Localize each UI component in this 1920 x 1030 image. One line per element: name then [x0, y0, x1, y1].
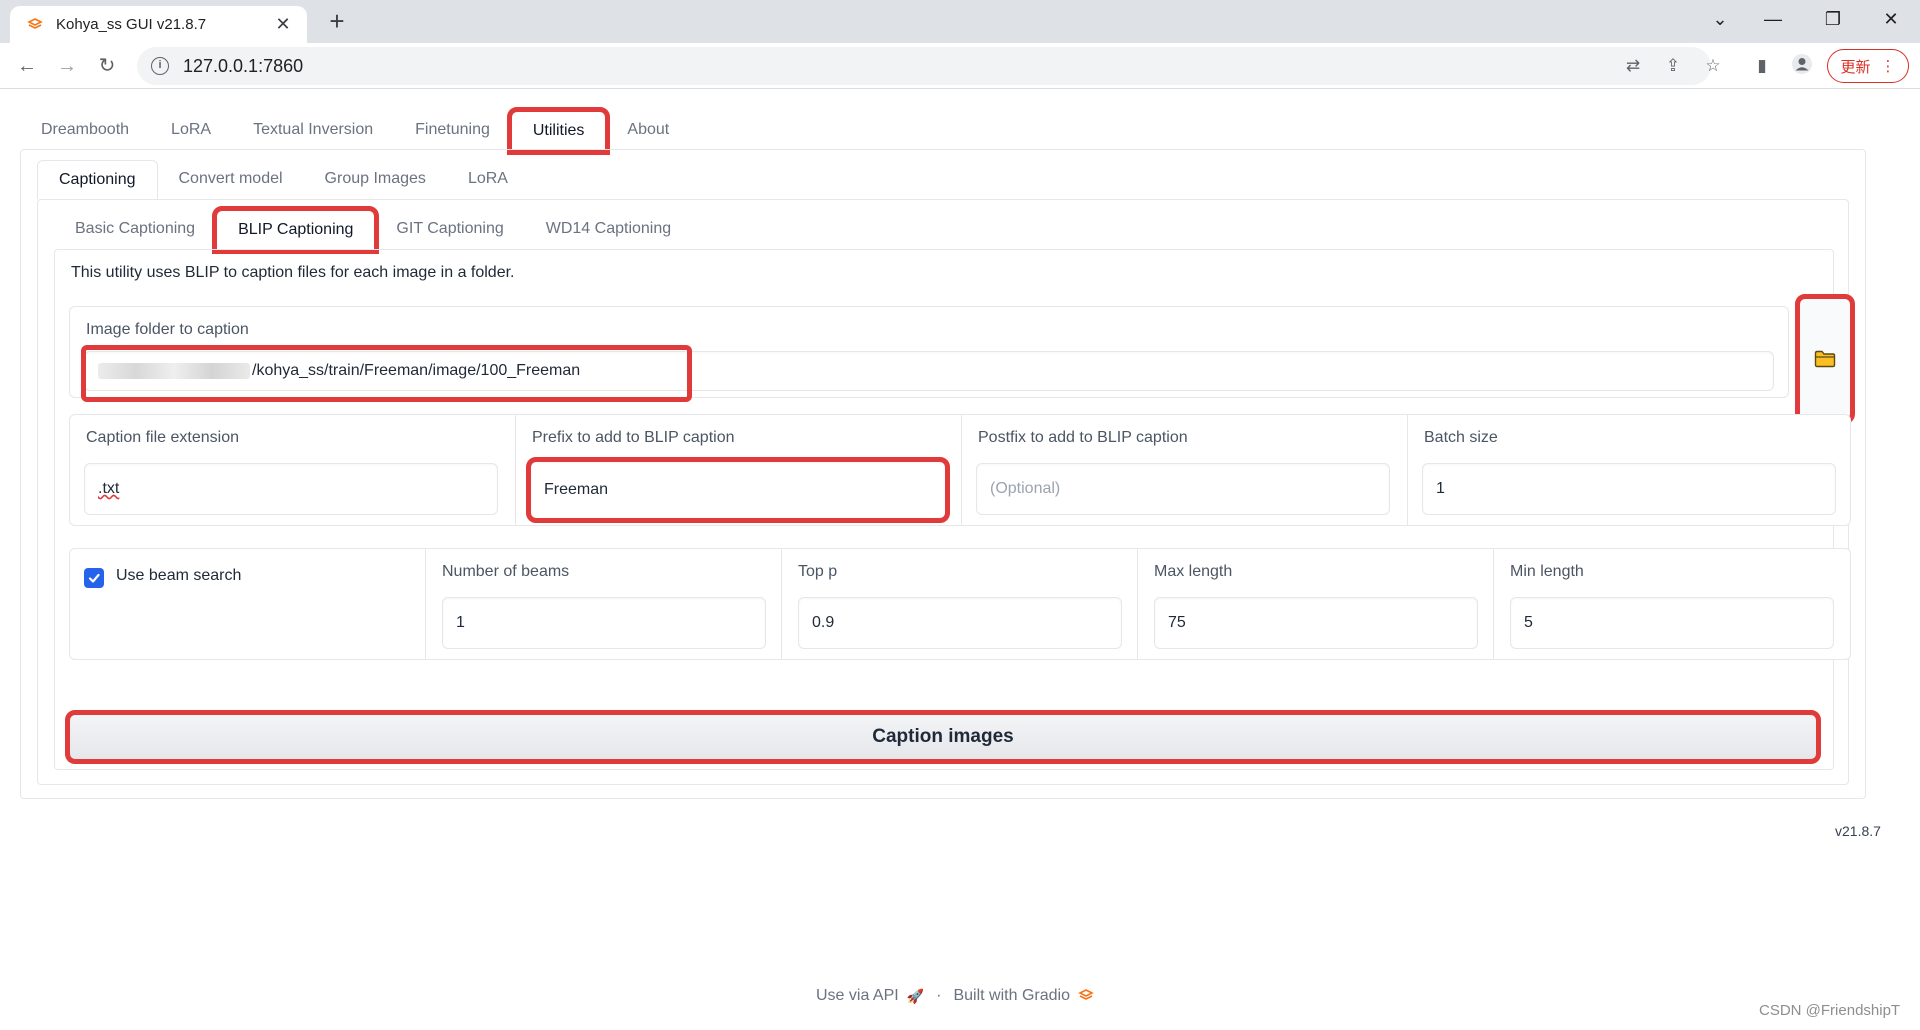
topp-value: 0.9	[812, 614, 835, 631]
tab-dreambooth[interactable]: Dreambooth	[20, 111, 150, 151]
tab-about[interactable]: About	[606, 111, 690, 151]
folder-block: Image folder to caption /kohya_ss/train/…	[69, 306, 1789, 402]
folder-icon	[1814, 350, 1836, 368]
blip-panel: This utility uses BLIP to caption files …	[54, 249, 1855, 770]
use-api-link[interactable]: Use via API	[816, 987, 899, 1005]
beam-search-checkbox[interactable]	[84, 568, 104, 588]
tab-finetuning[interactable]: Finetuning	[394, 111, 511, 151]
topp-label: Top p	[798, 563, 838, 580]
minimize-icon[interactable]: —	[1753, 4, 1793, 34]
forward-icon[interactable]: →	[52, 51, 82, 81]
menu-dots-icon: ⋮	[1880, 58, 1896, 75]
minlen-label: Min length	[1510, 563, 1584, 580]
browser-toolbar: ← → ↻ i 127.0.0.1:7860 ⇄ ⇪ ☆ ▮ 更新 ⋮	[0, 43, 1920, 89]
blip-description: This utility uses BLIP to caption files …	[71, 264, 515, 281]
tab-lora[interactable]: LoRA	[150, 111, 232, 151]
postfix-label: Postfix to add to BLIP caption	[978, 429, 1188, 446]
browser-tab[interactable]: Kohya_ss GUI v21.8.7 ✕	[10, 6, 307, 43]
ext-label: Caption file extension	[86, 429, 239, 446]
browser-tab-title: Kohya_ss GUI v21.8.7	[56, 16, 207, 33]
back-icon[interactable]: ←	[12, 51, 42, 81]
browser-tab-strip: Kohya_ss GUI v21.8.7 ✕ + ⌄ — ❐ ✕	[0, 0, 1920, 43]
folder-picker-button[interactable]	[1795, 294, 1855, 424]
share-icon[interactable]: ⇪	[1660, 53, 1686, 79]
beams-value: 1	[456, 614, 465, 631]
folder-label: Image folder to caption	[86, 321, 249, 338]
captioning-panel: Basic Captioning BLIP Captioning GIT Cap…	[37, 199, 1855, 785]
beams-block: Number of beams 1	[426, 549, 782, 659]
gradio-logo-icon	[1078, 989, 1094, 1000]
maxlen-value: 75	[1168, 614, 1186, 631]
reload-icon[interactable]: ↻	[92, 51, 122, 81]
topp-block: Top p 0.9	[782, 549, 1138, 659]
utility-tab-bar: Captioning Convert model Group Images Lo…	[37, 160, 529, 200]
gradio-page: Dreambooth LoRA Textual Inversion Finetu…	[0, 89, 1920, 1030]
gradio-footer: Use via API 🚀 · Built with Gradio	[816, 987, 1094, 1005]
beams-input[interactable]: 1	[442, 597, 766, 649]
tab-utilities[interactable]: Utilities	[506, 107, 611, 155]
batch-label: Batch size	[1424, 429, 1498, 446]
beam-search-label: Use beam search	[116, 567, 242, 584]
address-bar[interactable]: i 127.0.0.1:7860	[137, 47, 1711, 85]
postfix-block: Postfix to add to BLIP caption (Optional…	[962, 415, 1408, 525]
version-label: v21.8.7	[1835, 823, 1881, 839]
csdn-watermark: CSDN @FriendshipT	[1759, 1002, 1901, 1019]
maxlen-block: Max length 75	[1138, 549, 1494, 659]
postfix-placeholder: (Optional)	[990, 480, 1061, 497]
tab-basic-captioning[interactable]: Basic Captioning	[54, 210, 216, 250]
url-text: 127.0.0.1:7860	[183, 55, 304, 76]
tab-textual-inversion[interactable]: Textual Inversion	[232, 111, 394, 151]
batch-block: Batch size 1	[1408, 415, 1850, 525]
batch-input[interactable]: 1	[1422, 463, 1836, 515]
footer-separator: ·	[936, 987, 942, 1004]
prefix-label: Prefix to add to BLIP caption	[532, 429, 735, 446]
minlen-block: Min length 5	[1494, 549, 1850, 659]
window-close-icon[interactable]: ✕	[1871, 4, 1911, 34]
prefix-value: Freeman	[544, 481, 609, 498]
caption-images-button[interactable]: Caption images	[65, 710, 1821, 764]
translate-icon[interactable]: ⇄	[1620, 53, 1646, 79]
tab-wd14-captioning[interactable]: WD14 Captioning	[525, 210, 692, 250]
tab-utility-lora[interactable]: LoRA	[447, 160, 529, 200]
ext-input[interactable]: .txt	[84, 463, 498, 515]
postfix-input[interactable]: (Optional)	[976, 463, 1390, 515]
tab-group-images[interactable]: Group Images	[304, 160, 447, 200]
tab-captioning[interactable]: Captioning	[37, 160, 158, 200]
minlen-value: 5	[1524, 614, 1533, 631]
side-panel-icon[interactable]: ▮	[1749, 53, 1775, 79]
utilities-panel: Captioning Convert model Group Images Lo…	[20, 149, 1866, 799]
profile-avatar-icon[interactable]	[1789, 53, 1815, 79]
restore-icon[interactable]: ❐	[1813, 4, 1853, 34]
main-tab-bar: Dreambooth LoRA Textual Inversion Finetu…	[20, 107, 690, 155]
maxlen-label: Max length	[1154, 563, 1233, 580]
beam-search-block: Use beam search	[70, 549, 426, 659]
prefix-input[interactable]: Freeman	[526, 457, 950, 523]
site-info-icon[interactable]: i	[151, 57, 169, 75]
close-tab-icon[interactable]: ✕	[273, 14, 293, 35]
beams-label: Number of beams	[442, 563, 570, 580]
caption-options-row: Caption file extension .txt Prefix to ad…	[69, 414, 1851, 526]
tab-search-icon[interactable]: ⌄	[1700, 4, 1740, 34]
tab-convert-model[interactable]: Convert model	[158, 160, 304, 200]
rocket-icon: 🚀	[906, 987, 925, 1004]
new-tab-icon[interactable]: +	[322, 7, 352, 37]
tab-blip-captioning[interactable]: BLIP Captioning	[212, 206, 380, 254]
update-button[interactable]: 更新 ⋮	[1827, 49, 1909, 83]
ext-value: .txt	[98, 480, 120, 497]
prefix-block: Prefix to add to BLIP caption Freeman	[516, 415, 962, 525]
caption-tab-bar: Basic Captioning BLIP Captioning GIT Cap…	[54, 206, 692, 254]
check-icon	[88, 573, 100, 583]
update-label: 更新	[1840, 58, 1871, 76]
ext-block: Caption file extension .txt	[70, 415, 516, 525]
minlen-input[interactable]: 5	[1510, 597, 1834, 649]
maxlen-input[interactable]: 75	[1154, 597, 1478, 649]
tab-git-captioning[interactable]: GIT Captioning	[375, 210, 524, 250]
beam-options-row: Use beam search Number of beams 1 Top p …	[69, 548, 1851, 660]
topp-input[interactable]: 0.9	[798, 597, 1122, 649]
bookmark-star-icon[interactable]: ☆	[1700, 53, 1726, 79]
folder-highlight	[81, 345, 692, 402]
built-with-gradio-link[interactable]: Built with Gradio	[953, 987, 1070, 1005]
gradio-favicon-icon	[26, 16, 44, 34]
batch-value: 1	[1436, 480, 1445, 497]
